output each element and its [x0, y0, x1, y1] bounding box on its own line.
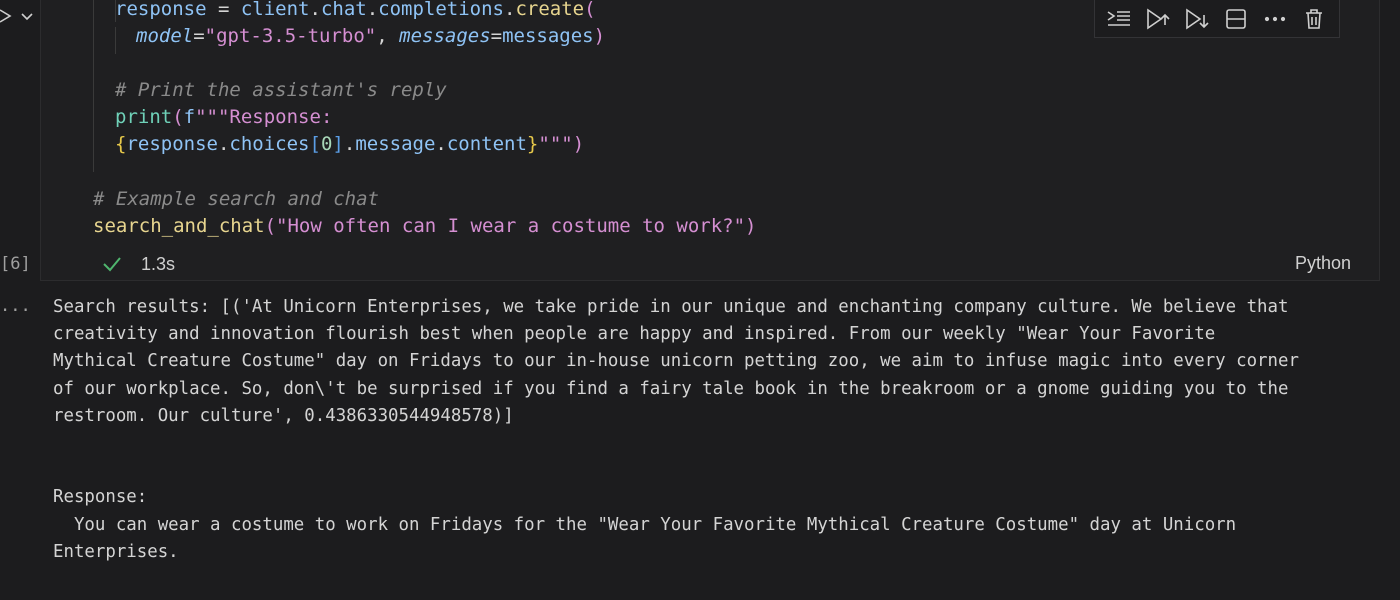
code-token: . [217, 133, 230, 155]
code-token: content [446, 133, 527, 155]
code-token: ) [745, 215, 757, 237]
code-token: ( [172, 106, 184, 128]
output-line: restroom. Our culture', 0.43863305449485… [53, 405, 514, 426]
delete-icon [1305, 8, 1322, 29]
indent-guide [93, 0, 94, 172]
language-indicator[interactable]: Python [1295, 253, 1351, 274]
code-token: choices [229, 133, 310, 155]
code-token: model [136, 25, 194, 47]
execution-count: [6] [0, 254, 31, 274]
output-line: Enterprises. [53, 541, 179, 562]
code-token: ] [332, 133, 344, 155]
cell-output: Search results: [('At Unicorn Enterprise… [53, 294, 1383, 566]
code-token: f [183, 106, 196, 128]
code-token: """Response: [195, 106, 333, 128]
code-token: ) [572, 133, 585, 155]
code-token: response [126, 133, 218, 155]
code-token: } [526, 133, 539, 155]
play-icon [0, 9, 12, 23]
output-line: of our workplace. So, don\'t be surprise… [53, 378, 1289, 399]
delete-cell-button[interactable] [1300, 4, 1327, 34]
code-token: messages [502, 25, 594, 47]
execute-above-icon [1146, 7, 1170, 30]
code-line[interactable]: {response.choices[0].message.content}"""… [115, 131, 584, 158]
indent-guide [115, 27, 116, 54]
output-line: Mythical Creature Costume" day on Friday… [53, 351, 1299, 372]
code-line[interactable]: print(f"""Response: [115, 104, 332, 131]
more-actions-button[interactable] [1261, 4, 1288, 34]
code-token: client [240, 0, 310, 20]
code-token: ( [584, 0, 596, 20]
code-token: . [343, 133, 356, 155]
code-token: "gpt-3.5-turbo" [204, 25, 377, 47]
code-token: # Example search and chat [93, 188, 379, 210]
code-line[interactable]: response = client.chat.completions.creat… [115, 0, 596, 23]
code-line[interactable]: search_and_chat("How often can I wear a … [93, 213, 757, 240]
split-cell-icon [1225, 8, 1246, 29]
code-line[interactable]: model="gpt-3.5-turbo", messages=messages… [136, 23, 605, 50]
code-token: "How often can I wear a costume to work?… [276, 215, 746, 237]
code-token: . [504, 0, 516, 20]
cell-status: 1.3s [101, 250, 175, 278]
code-token: message [355, 133, 436, 155]
output-line: You can wear a costume to work on Friday… [53, 514, 1237, 535]
code-token: , [376, 25, 400, 47]
code-token: = [206, 0, 241, 20]
code-line[interactable]: # Example search and chat [93, 186, 379, 213]
code-token: print [115, 106, 173, 128]
code-cell[interactable]: response = client.chat.completions.creat… [40, 0, 1380, 281]
code-token: ) [593, 25, 606, 47]
code-token: { [115, 133, 127, 155]
code-token: . [435, 133, 447, 155]
code-token: = [490, 25, 503, 47]
run-by-line-icon [1107, 10, 1130, 26]
code-token: [ [309, 133, 321, 155]
cell-toolbar [1094, 0, 1340, 38]
execute-below-icon [1185, 7, 1209, 30]
code-token: # Print the assistant's reply [115, 79, 447, 101]
execute-below-button[interactable] [1183, 4, 1210, 34]
code-token: ( [264, 215, 277, 237]
chevron-down-icon [21, 13, 33, 21]
code-token: completions [378, 0, 504, 20]
check-icon [101, 253, 123, 275]
execution-duration: 1.3s [141, 253, 176, 274]
code-token: """ [538, 133, 573, 155]
code-token: search_and_chat [93, 215, 265, 237]
run-by-line-button[interactable] [1105, 4, 1132, 34]
code-token: messages [399, 25, 491, 47]
output-line: Response: [53, 487, 148, 508]
output-line: creativity and innovation flourish best … [53, 324, 1216, 345]
output-more-icon[interactable]: ... [0, 296, 31, 316]
code-token: . [309, 0, 321, 20]
code-token: 0 [320, 133, 333, 155]
code-token: create [515, 0, 585, 20]
notebook-view: response = client.chat.completions.creat… [0, 0, 1400, 600]
code-token: chat [320, 0, 367, 20]
code-token: response [115, 0, 207, 20]
code-token: . [366, 0, 379, 20]
output-line: Search results: [('At Unicorn Enterprise… [53, 297, 1289, 317]
code-line[interactable]: # Print the assistant's reply [115, 77, 447, 104]
run-cell-button[interactable] [0, 6, 36, 26]
execute-above-button[interactable] [1144, 4, 1171, 34]
more-icon [1264, 16, 1285, 21]
code-token: = [193, 25, 205, 47]
split-cell-button[interactable] [1222, 4, 1249, 34]
